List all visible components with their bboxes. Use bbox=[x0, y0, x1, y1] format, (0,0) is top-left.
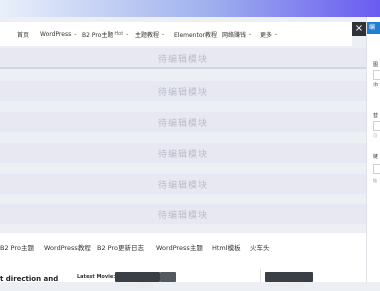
panel-field-label: 替 bbox=[373, 113, 379, 119]
quick-link[interactable]: 火车头 bbox=[250, 242, 270, 252]
chevron-down-icon: ⌄ bbox=[248, 31, 253, 37]
nav-item-home[interactable]: 首页 bbox=[17, 22, 29, 46]
panel-field-label: 链 bbox=[373, 154, 379, 160]
panel-field-input[interactable] bbox=[373, 164, 380, 174]
close-icon: × bbox=[354, 23, 364, 34]
nav-item-elementor[interactable]: Elementor教程 bbox=[174, 22, 217, 46]
panel-field-hint: 图 bbox=[373, 82, 377, 87]
nav-item-label: Elementor教程 bbox=[174, 31, 217, 39]
nav-item-b2-pro[interactable]: B2 Pro主题 Hot ⌄ bbox=[82, 22, 129, 46]
nav-item-label: 主题教程 bbox=[135, 31, 160, 39]
latest-movie-label: Latest Movie: bbox=[77, 274, 116, 280]
nav-item-make-money[interactable]: 网络赚钱 ⌄ bbox=[222, 22, 252, 46]
nav-item-label: 更多 bbox=[260, 31, 273, 39]
module-placeholder-text: 待编辑模块 bbox=[157, 118, 208, 129]
editor-side-panel: 编 图 h 图 替 可 链 链 bbox=[366, 17, 380, 282]
editable-module-block[interactable]: 待编辑模块 bbox=[0, 81, 366, 101]
editable-module-block[interactable]: 待编辑模块 bbox=[0, 112, 366, 132]
close-panel-button[interactable]: × bbox=[352, 22, 366, 36]
editable-module-block[interactable]: 待编辑模块 bbox=[0, 143, 366, 163]
nav-item-label: B2 Pro主题 bbox=[82, 31, 114, 39]
hot-badge: Hot bbox=[114, 31, 124, 37]
top-gradient-bar bbox=[0, 0, 380, 17]
nav-item-label: 首页 bbox=[17, 31, 30, 39]
quick-link[interactable]: Html模板 bbox=[212, 242, 241, 252]
post-thumbnail[interactable]: Introtex主题教程 bbox=[265, 272, 313, 289]
quick-link[interactable]: WordPress主题 bbox=[156, 242, 203, 252]
chevron-down-icon: ⌄ bbox=[161, 31, 166, 37]
quick-links-bar: B2 Pro主题 WordPress教程 B2 Pro更新日志 WordPres… bbox=[0, 233, 366, 259]
panel-tab[interactable]: 编 bbox=[367, 22, 380, 34]
thumbnail-caption: Introtex主题教程 bbox=[268, 284, 304, 289]
quick-link[interactable]: B2 Pro主题 bbox=[0, 242, 34, 252]
module-placeholder-text: 待编辑模块 bbox=[157, 149, 208, 160]
thumbnail-caption: Introtex主题教程 bbox=[118, 284, 154, 289]
post-thumbnail[interactable]: Introtex主题教程 bbox=[115, 272, 160, 289]
module-placeholder-text: 待编辑模块 bbox=[157, 210, 208, 221]
panel-field-hint: 链 bbox=[373, 178, 377, 183]
column-divider bbox=[260, 269, 261, 282]
nav-item-theme-tutorials[interactable]: 主题教程 ⌄ bbox=[135, 22, 165, 46]
editable-module-block[interactable]: 待编辑模块 bbox=[0, 204, 366, 224]
chevron-down-icon: ⌄ bbox=[274, 31, 279, 37]
chevron-down-icon: ⌄ bbox=[125, 31, 130, 37]
panel-field-hint: 可 bbox=[373, 133, 377, 138]
main-navigation: 首页 WordPress ⌄ B2 Pro主题 Hot ⌄ 主题教程 ⌄ Ele… bbox=[0, 22, 352, 46]
module-placeholder-text: 待编辑模块 bbox=[157, 180, 208, 191]
block-divider bbox=[0, 67, 366, 69]
panel-tab-label: 编 bbox=[369, 24, 376, 31]
editable-module-block[interactable]: 待编辑模块 bbox=[0, 174, 366, 194]
nav-item-label: WordPress bbox=[40, 30, 72, 38]
quick-link[interactable]: B2 Pro更新日志 bbox=[97, 242, 144, 252]
quick-link[interactable]: WordPress教程 bbox=[44, 242, 91, 252]
panel-field-input[interactable]: h bbox=[373, 70, 380, 88]
panel-field-label: 图 bbox=[373, 62, 379, 68]
nav-item-more[interactable]: 更多 ⌄ bbox=[260, 22, 278, 46]
nav-item-wordpress[interactable]: WordPress ⌄ bbox=[40, 22, 77, 46]
post-thumbnail[interactable] bbox=[160, 272, 176, 282]
panel-field-input[interactable] bbox=[373, 121, 380, 131]
module-placeholder-text: 待编辑模块 bbox=[157, 54, 208, 65]
nav-item-label: 网络赚钱 bbox=[222, 31, 247, 39]
chevron-down-icon: ⌄ bbox=[73, 31, 78, 37]
module-placeholder-text: 待编辑模块 bbox=[157, 87, 208, 98]
content-preview: t direction and Latest Movie: Introtex主题… bbox=[0, 259, 366, 289]
editable-module-block[interactable]: 待编辑模块 bbox=[0, 48, 366, 68]
